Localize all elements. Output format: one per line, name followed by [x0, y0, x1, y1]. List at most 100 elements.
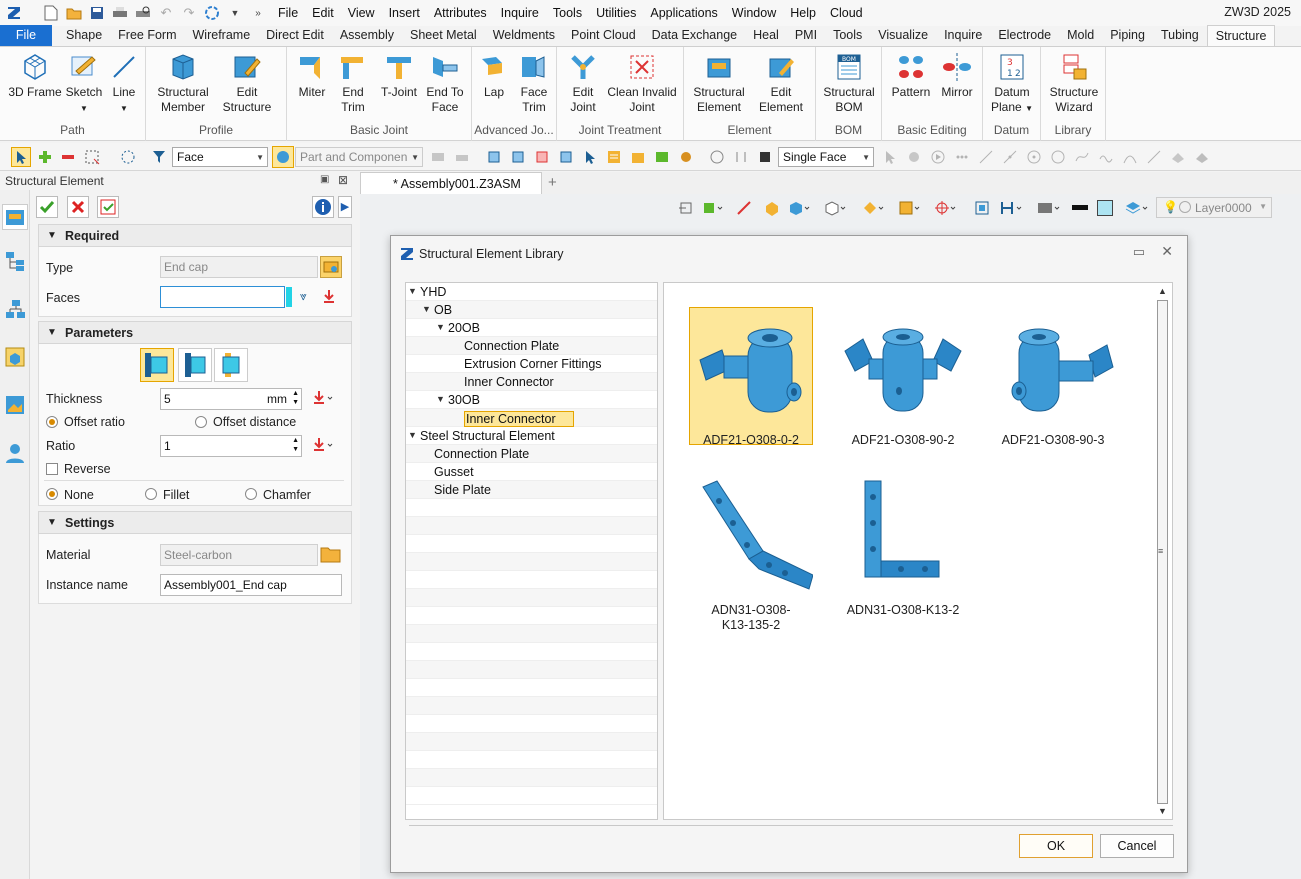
- line-weight-icon[interactable]: [1072, 205, 1088, 210]
- cap-style-1-button[interactable]: [140, 348, 174, 382]
- snap-solid-icon[interactable]: [1194, 149, 1210, 165]
- expand-chevron-icon[interactable]: ▼: [436, 394, 445, 404]
- menu-insert[interactable]: Insert: [382, 6, 427, 20]
- pin-icon[interactable]: ▣: [320, 174, 329, 185]
- snap-curve-icon[interactable]: [1074, 149, 1090, 165]
- spinner-icon[interactable]: ▲ ▼: [292, 389, 299, 407]
- tab-shape[interactable]: Shape: [58, 25, 110, 46]
- line-dropdown-icon[interactable]: ▼: [120, 104, 128, 113]
- section-settings[interactable]: ▼ Settings: [38, 511, 352, 534]
- section-parameters[interactable]: ▼ Parameters: [38, 321, 352, 344]
- lap-button[interactable]: Lap: [476, 51, 512, 100]
- ratio-input[interactable]: 1 ▲ ▼: [160, 435, 302, 457]
- filter-settings-icon[interactable]: [430, 149, 446, 165]
- assembly-tree-icon[interactable]: [4, 298, 26, 320]
- tree-item[interactable]: Inner Connector: [406, 373, 657, 391]
- snap-line2-icon[interactable]: [1002, 149, 1018, 165]
- fit-view-icon[interactable]: [974, 200, 990, 216]
- pick-icon-4[interactable]: [558, 149, 574, 165]
- snap-points-icon[interactable]: [954, 149, 970, 165]
- ratio-measure-icon[interactable]: [312, 437, 334, 456]
- reverse-checkbox[interactable]: [46, 463, 58, 475]
- redo-icon[interactable]: ↷: [179, 3, 199, 23]
- structural-member-button[interactable]: Structural Member: [152, 51, 214, 115]
- part-filter-toggle-icon[interactable]: [272, 146, 294, 168]
- dialog-close-icon[interactable]: ✕: [1161, 243, 1173, 260]
- snap-play-icon[interactable]: [930, 149, 946, 165]
- pattern-button[interactable]: Pattern: [888, 51, 934, 100]
- render-mode-icon[interactable]: [862, 200, 886, 216]
- type-field[interactable]: End cap: [160, 256, 318, 278]
- open-folder-icon[interactable]: [64, 3, 84, 23]
- menu-inquire[interactable]: Inquire: [494, 6, 546, 20]
- snap-gear-icon[interactable]: [906, 149, 922, 165]
- view-tools-icon[interactable]: [702, 200, 726, 216]
- section-view-icon[interactable]: [1000, 200, 1024, 216]
- tree-item[interactable]: ▼ OB: [406, 301, 657, 319]
- filter-icon[interactable]: [151, 149, 167, 165]
- history-tree-icon[interactable]: [4, 250, 26, 272]
- structural-element-tab-icon[interactable]: [2, 204, 28, 230]
- library-item-adn31-o308-k13-135-2[interactable]: ADN31-O308- K13-135-2: [689, 469, 814, 633]
- mirror-button[interactable]: Mirror: [936, 51, 978, 100]
- gallery-scrollbar[interactable]: ▲ ≡ ▼: [1154, 284, 1171, 818]
- sketch-dropdown-icon[interactable]: ▼: [80, 104, 88, 113]
- snap-surface-icon[interactable]: [1170, 149, 1186, 165]
- image-view-icon[interactable]: [4, 394, 26, 416]
- snap-icon-2[interactable]: [733, 149, 749, 165]
- face-trim-button[interactable]: Face Trim: [514, 51, 554, 115]
- apply-button[interactable]: [97, 196, 119, 218]
- structure-wizard-button[interactable]: Structure Wizard: [1045, 51, 1103, 115]
- tab-weldments[interactable]: Weldments: [485, 25, 563, 46]
- scroll-up-icon[interactable]: ▲: [1158, 286, 1167, 296]
- more-icon[interactable]: »: [248, 3, 268, 23]
- type-browse-button[interactable]: [320, 256, 342, 278]
- menu-file[interactable]: File: [271, 6, 305, 20]
- tree-item[interactable]: ▼ 20OB: [406, 319, 657, 337]
- cancel-x-button[interactable]: [67, 196, 89, 218]
- document-tab[interactable]: * Assembly001.Z3ASM: [360, 172, 542, 194]
- menu-view[interactable]: View: [341, 6, 382, 20]
- material-field[interactable]: Steel-carbon: [160, 544, 318, 566]
- tab-sheet-metal[interactable]: Sheet Metal: [402, 25, 485, 46]
- tab-electrode[interactable]: Electrode: [990, 25, 1059, 46]
- menu-applications[interactable]: Applications: [643, 6, 724, 20]
- shade-view-icon[interactable]: [764, 200, 780, 216]
- ok-check-button[interactable]: [36, 196, 58, 218]
- tree-item[interactable]: ▼ Steel Structural Element: [406, 427, 657, 445]
- lasso-select-icon[interactable]: [120, 149, 136, 165]
- snap-line-icon[interactable]: [978, 149, 994, 165]
- offset-distance-radio[interactable]: [195, 416, 207, 428]
- tab-heal[interactable]: Heal: [745, 25, 787, 46]
- tree-item[interactable]: Extrusion Corner Fittings: [406, 355, 657, 373]
- sketch-button[interactable]: Sketch ▼: [62, 51, 106, 116]
- expand-chevron-icon[interactable]: ▼: [422, 304, 431, 314]
- thickness-measure-icon[interactable]: [312, 390, 334, 409]
- snap-circle-icon[interactable]: [1050, 149, 1066, 165]
- snap-arc-icon[interactable]: [1122, 149, 1138, 165]
- layer-pick-icon[interactable]: [630, 149, 646, 165]
- scroll-down-icon[interactable]: ▼: [1158, 806, 1167, 816]
- menu-edit[interactable]: Edit: [305, 6, 341, 20]
- tab-mold[interactable]: Mold: [1059, 25, 1102, 46]
- ok-button[interactable]: OK: [1019, 834, 1093, 858]
- print-filter-icon[interactable]: [454, 149, 470, 165]
- tab-direct-edit[interactable]: Direct Edit: [258, 25, 332, 46]
- tab-visualize[interactable]: Visualize: [870, 25, 936, 46]
- layer-select[interactable]: 💡 Layer0000 ▼: [1156, 197, 1272, 218]
- menu-help[interactable]: Help: [783, 6, 823, 20]
- wire-cube-icon[interactable]: [824, 200, 848, 216]
- tab-wireframe[interactable]: Wireframe: [185, 25, 259, 46]
- pick-icon-2[interactable]: [510, 149, 526, 165]
- view-back-icon[interactable]: [678, 200, 694, 216]
- tree-item[interactable]: Side Plate: [406, 481, 657, 499]
- cap-style-2-button[interactable]: [178, 348, 212, 382]
- tree-item[interactable]: Gusset: [406, 463, 657, 481]
- remove-icon[interactable]: [60, 149, 76, 165]
- tab-assembly[interactable]: Assembly: [332, 25, 402, 46]
- add-icon[interactable]: [37, 149, 53, 165]
- 3d-frame-button[interactable]: 3D Frame: [6, 51, 64, 100]
- add-tab-icon[interactable]: +: [548, 174, 557, 191]
- end-trim-button[interactable]: End Trim: [335, 51, 371, 115]
- save-icon[interactable]: [87, 3, 107, 23]
